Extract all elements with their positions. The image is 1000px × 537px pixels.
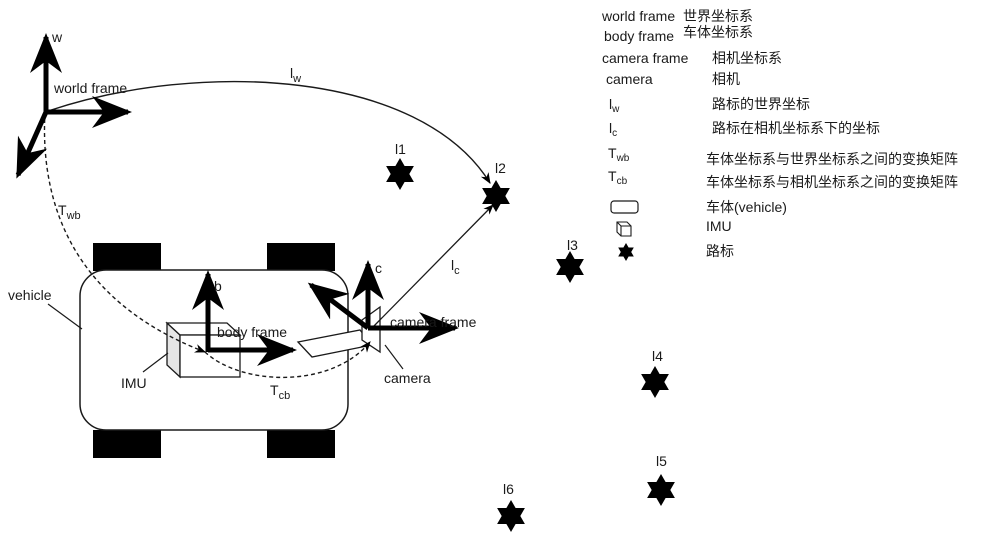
camera-axis-label: c — [375, 260, 382, 276]
legend-value: 相机坐标系 — [712, 50, 782, 66]
landmark-star-l3 — [556, 251, 584, 283]
legend-value: 路标 — [706, 243, 734, 259]
wheel-rear-left — [93, 430, 161, 458]
wheel-rear-right — [267, 430, 335, 458]
legend-value: 车体坐标系与世界坐标系之间的变换矩阵 — [706, 151, 958, 167]
twb-label: Twb — [58, 202, 81, 222]
landmark-label-l2: l2 — [495, 160, 506, 176]
star-icon — [616, 243, 636, 264]
wheel-front-right — [267, 243, 335, 271]
world-frame-axes — [15, 33, 132, 179]
legend-key: world frame — [602, 8, 676, 24]
landmark-star-l5 — [647, 474, 675, 506]
legend-key: lw — [609, 96, 620, 115]
legend-value: 路标的世界坐标 — [712, 96, 810, 112]
legend-key: body frame — [604, 28, 675, 44]
legend-key: Tcb — [608, 168, 628, 187]
lw-path — [47, 80, 491, 184]
cube-icon — [615, 220, 635, 241]
world-axis-label: w — [51, 29, 63, 45]
vehicle-label: vehicle — [8, 287, 52, 303]
body-frame-label: body frame — [217, 324, 287, 340]
rounded-rect-icon — [610, 199, 640, 218]
vehicle-leader-line — [47, 303, 83, 330]
camera-frame-label: camera frame — [390, 314, 477, 330]
landmark-star-l6 — [497, 500, 525, 532]
legend-value: 路标在相机坐标系下的坐标 — [712, 120, 880, 136]
legend-value: 车体坐标系 — [683, 24, 753, 40]
legend-value: 车体(vehicle) — [706, 199, 787, 215]
camera-leader-line — [384, 344, 404, 370]
landmark-star-l1 — [386, 158, 414, 190]
legend-key: lc — [609, 120, 618, 139]
body-axis-label: b — [214, 278, 222, 294]
legend-value: 世界坐标系 — [683, 8, 753, 24]
legend-value: 车体坐标系与相机坐标系之间的变换矩阵 — [706, 174, 958, 190]
legend-key: camera — [606, 71, 653, 87]
landmark-star-l4 — [641, 366, 669, 398]
camera-label: camera — [384, 370, 431, 386]
wheel-front-left — [93, 243, 161, 271]
legend-key: camera frame — [602, 50, 689, 66]
lw-label: lw — [290, 65, 301, 85]
world-frame-label: world frame — [53, 80, 127, 96]
landmark-label-l5: l5 — [656, 453, 667, 469]
landmark-star-l2 — [482, 180, 510, 212]
legend-value: IMU — [706, 218, 732, 234]
legend: world frame 世界坐标系 body frame 车体坐标系 camer… — [600, 4, 1000, 274]
landmark-label-l3: l3 — [567, 237, 578, 253]
landmark-label-l6: l6 — [503, 481, 514, 497]
lc-label: lc — [451, 257, 460, 277]
imu-label: IMU — [121, 375, 147, 391]
lc-path — [372, 204, 494, 328]
legend-key: Twb — [608, 145, 630, 164]
landmark-label-l1: l1 — [395, 141, 406, 157]
landmark-label-l4: l4 — [652, 348, 663, 364]
legend-value: 相机 — [712, 71, 740, 87]
